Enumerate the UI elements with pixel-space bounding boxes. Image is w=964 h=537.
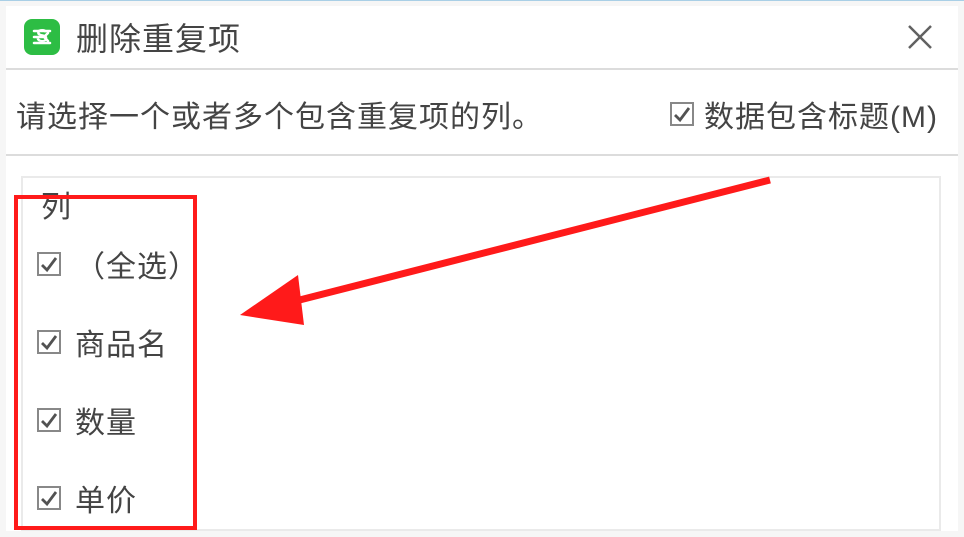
checkbox-icon [37,408,61,432]
titlebar: S 删除重复项 [6,6,958,70]
column-list-container: 列 （全选） 商品名 数量 单价 [21,176,941,531]
headers-checkbox[interactable]: 数据包含标题(M) [670,92,938,136]
column-item-label: 商品名 [75,320,168,364]
app-icon: S [24,19,60,55]
column-item-label: 单价 [75,476,137,520]
window-top-border [0,0,964,2]
checkbox-icon [37,486,61,510]
checkbox-icon [37,252,61,276]
svg-text:S: S [36,26,48,46]
column-item-label: （全选） [75,242,199,286]
column-checklist: （全选） 商品名 数量 单价 [37,242,199,520]
close-icon [906,23,934,51]
dialog-title: 删除重复项 [76,14,241,60]
column-item-label: 数量 [75,398,137,442]
remove-duplicates-dialog: S 删除重复项 请选择一个或者多个包含重复项的列。 数据包含标题(M) 列 （全… [6,6,958,531]
column-list-header: 列 [41,182,71,226]
column-item[interactable]: 商品名 [37,320,199,364]
checkbox-icon [37,330,61,354]
close-button[interactable] [896,13,944,61]
column-item[interactable]: 数量 [37,398,199,442]
prompt-row: 请选择一个或者多个包含重复项的列。 数据包含标题(M) [6,70,958,156]
column-item[interactable]: 单价 [37,476,199,520]
checkbox-icon [670,102,694,126]
column-item-select-all[interactable]: （全选） [37,242,199,286]
headers-checkbox-label: 数据包含标题(M) [704,92,938,136]
prompt-text: 请选择一个或者多个包含重复项的列。 [16,92,543,136]
